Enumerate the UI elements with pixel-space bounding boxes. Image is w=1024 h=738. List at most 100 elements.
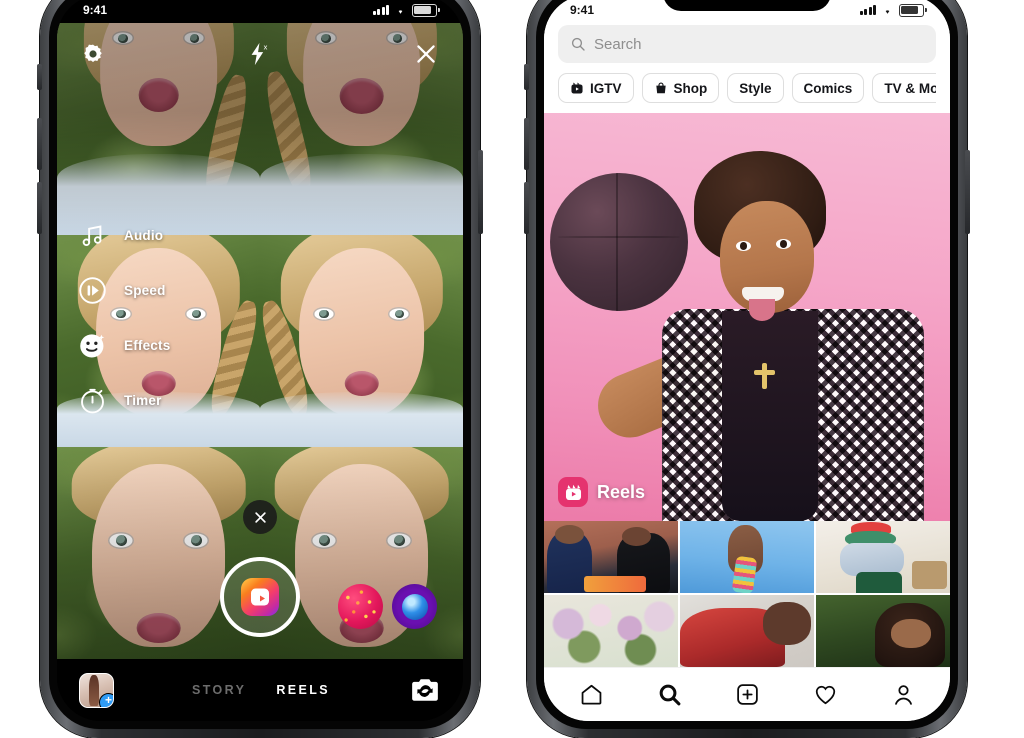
volume-up-button[interactable] — [524, 118, 529, 170]
capture-mode-switcher: STORY REELS — [114, 683, 408, 697]
tool-timer[interactable]: Timer — [77, 385, 170, 416]
svg-text:x: x — [264, 42, 268, 51]
battery-icon — [412, 3, 440, 17]
power-button[interactable] — [478, 150, 483, 234]
tool-effects[interactable]: Effects — [77, 330, 170, 361]
person-icon — [894, 685, 912, 705]
tool-effects-label: Effects — [124, 338, 171, 353]
explore-grid — [544, 521, 950, 667]
explore-page: 9:41 Search IGTV Shop Style Comics TV & … — [544, 0, 950, 721]
wifi-icon — [398, 9, 403, 14]
chip-igtv-label: IGTV — [590, 80, 622, 96]
phone-right: 9:41 Search IGTV Shop Style Comics TV & … — [524, 0, 970, 738]
tab-home[interactable] — [574, 678, 608, 712]
search-placeholder: Search — [594, 35, 642, 53]
add-badge: + — [99, 692, 113, 707]
effect-thumb-orb[interactable] — [392, 584, 438, 629]
phone-left-notch — [176, 0, 344, 11]
gallery-thumbnail[interactable]: + — [79, 672, 114, 708]
chip-comics-label: Comics — [803, 80, 853, 96]
mode-story[interactable]: STORY — [192, 683, 246, 697]
tool-timer-label: Timer — [124, 393, 162, 408]
category-chip-row[interactable]: IGTV Shop Style Comics TV & Mo — [558, 63, 936, 113]
plus-square-icon — [736, 684, 758, 705]
chip-style[interactable]: Style — [727, 73, 784, 103]
bottom-tab-bar — [544, 667, 950, 721]
volume-down-button[interactable] — [37, 182, 42, 234]
search-icon — [571, 37, 585, 51]
tab-search[interactable] — [652, 678, 686, 712]
necklace — [754, 363, 775, 389]
status-indicators — [859, 3, 927, 17]
signal-icon — [372, 5, 389, 15]
reels-icon — [558, 477, 588, 507]
camera-top-bar: x — [57, 31, 463, 77]
tab-profile[interactable] — [886, 678, 920, 712]
chip-tv-movies[interactable]: TV & Movies — [872, 73, 936, 103]
silent-switch[interactable] — [37, 64, 42, 90]
close-icon — [254, 511, 266, 523]
close-icon[interactable] — [413, 41, 439, 67]
tool-speed-label: Speed — [124, 283, 166, 298]
speed-icon — [77, 275, 108, 306]
igtv-icon — [571, 82, 583, 94]
signal-icon — [859, 5, 876, 15]
reels-camera: 9:41 x Audio Speed Effects Timer + STORY… — [57, 0, 463, 721]
person-eye — [736, 241, 751, 251]
tool-audio-label: Audio — [124, 228, 164, 243]
settings-icon[interactable] — [81, 42, 105, 66]
grid-cell-1[interactable] — [544, 521, 679, 594]
battery-icon — [899, 3, 927, 17]
basketball — [550, 173, 688, 311]
dismiss-effect-button[interactable] — [243, 500, 277, 534]
screenshot-stage: 9:41 x Audio Speed Effects Timer + STORY… — [0, 0, 1024, 738]
effect-thumb-hearts[interactable] — [338, 584, 384, 629]
heart-icon — [815, 685, 835, 705]
home-icon — [581, 684, 601, 705]
shop-bag-icon — [655, 82, 666, 94]
flash-off-icon[interactable]: x — [246, 41, 272, 67]
phone-right-notch — [663, 0, 831, 11]
silent-switch[interactable] — [524, 64, 529, 90]
camera-tool-rail: Audio Speed Effects Timer — [77, 220, 170, 416]
search-icon — [659, 684, 680, 706]
tool-audio[interactable]: Audio — [77, 220, 170, 251]
person-top — [722, 311, 818, 521]
explore-hero-reel[interactable]: Reels — [544, 113, 950, 521]
search-input[interactable]: Search — [558, 25, 936, 63]
status-time: 9:41 — [83, 3, 108, 17]
volume-down-button[interactable] — [524, 182, 529, 234]
reels-label: Reels — [597, 481, 646, 502]
chip-style-label: Style — [739, 80, 772, 96]
tab-activity[interactable] — [808, 678, 842, 712]
wifi-icon — [885, 9, 890, 14]
volume-up-button[interactable] — [37, 118, 42, 170]
chip-shop[interactable]: Shop — [641, 73, 720, 103]
grid-cell-3[interactable] — [815, 521, 950, 594]
grid-cell-6[interactable] — [815, 594, 950, 667]
phone-right-screen: 9:41 Search IGTV Shop Style Comics TV & … — [544, 0, 950, 721]
camera-bottom-bar: + STORY REELS — [57, 659, 463, 721]
capture-row — [57, 557, 463, 637]
chip-igtv[interactable]: IGTV — [558, 73, 634, 103]
mode-reels[interactable]: REELS — [276, 683, 330, 697]
tool-speed[interactable]: Speed — [77, 275, 170, 306]
reels-shutter-button[interactable] — [220, 557, 300, 637]
chip-comics[interactable]: Comics — [791, 73, 865, 103]
status-indicators — [372, 3, 440, 17]
flip-camera-icon[interactable] — [408, 674, 441, 707]
grid-cell-5[interactable] — [679, 594, 815, 667]
reels-label-overlay: Reels — [558, 477, 645, 507]
reels-icon — [241, 578, 279, 616]
audio-icon — [77, 220, 108, 251]
grid-cell-2[interactable] — [679, 521, 815, 594]
effects-icon — [77, 330, 108, 361]
power-button[interactable] — [965, 150, 970, 234]
chip-shop-label: Shop — [673, 80, 708, 96]
chip-tv-movies-label: TV & Movies — [884, 80, 936, 96]
phone-left: 9:41 x Audio Speed Effects Timer + STORY… — [37, 0, 483, 738]
person-eye — [776, 239, 791, 249]
grid-cell-4[interactable] — [544, 594, 679, 667]
tab-create[interactable] — [730, 678, 764, 712]
person-tongue — [749, 299, 775, 321]
